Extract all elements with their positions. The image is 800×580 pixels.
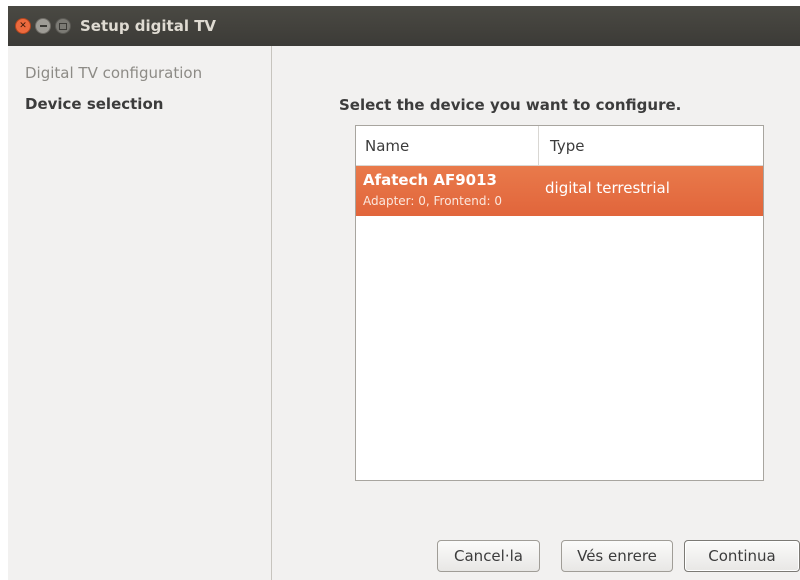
device-name: Afatech AF9013	[363, 171, 497, 189]
device-row-selected[interactable]: Afatech AF9013 Adapter: 0, Frontend: 0 d…	[356, 166, 763, 216]
cancel-button[interactable]: Cancel·la	[437, 540, 540, 572]
title-bar: ✕ Setup digital TV	[8, 6, 800, 46]
window-title: Setup digital TV	[80, 17, 217, 35]
sidebar-item-digital-tv-configuration: Digital TV configuration	[25, 64, 203, 82]
page-heading: Select the device you want to configure.	[339, 96, 682, 114]
minimize-icon[interactable]	[35, 18, 51, 34]
device-type: digital terrestrial	[545, 179, 670, 197]
column-header-type[interactable]: Type	[539, 126, 763, 166]
maximize-icon[interactable]	[55, 18, 71, 34]
main-content: Select the device you want to configure.…	[273, 46, 800, 580]
continue-button[interactable]: Continua	[684, 540, 800, 572]
close-icon[interactable]: ✕	[15, 18, 31, 34]
sidebar: Digital TV configuration Device selectio…	[8, 46, 272, 580]
column-header-name[interactable]: Name	[356, 126, 539, 166]
device-list[interactable]: Name Type Afatech AF9013 Adapter: 0, Fro…	[355, 125, 764, 481]
back-button[interactable]: Vés enrere	[561, 540, 673, 572]
setup-window: ✕ Setup digital TV Digital TV configurat…	[8, 6, 800, 580]
sidebar-item-device-selection: Device selection	[25, 95, 164, 113]
device-detail: Adapter: 0, Frontend: 0	[363, 194, 502, 208]
